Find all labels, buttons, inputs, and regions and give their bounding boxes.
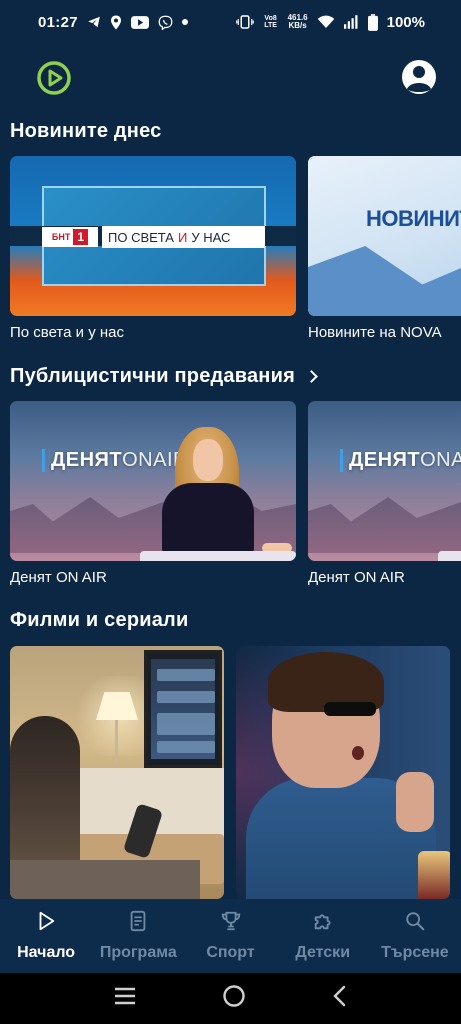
home-feed[interactable]: Новините днес БНТ 1 ПО СВЕТА И У НАС По …: [0, 104, 461, 899]
film-card-1[interactable]: [10, 646, 224, 899]
news-card-2-thumbnail: НОВИНИТ: [308, 156, 461, 316]
nav-label-home: Начало: [17, 944, 76, 961]
news-card-1-thumbnail: БНТ 1 ПО СВЕТА И У НАС: [10, 156, 296, 316]
bnt-logo-text: БНТ: [51, 232, 71, 242]
net-speed: 461.6 KB/s: [288, 14, 308, 30]
bnt-logo-number: 1: [73, 229, 89, 245]
thumb-caption-b: У НАС: [191, 229, 231, 245]
tv-screen: [151, 659, 215, 759]
tv-row: [157, 691, 215, 703]
puzzle-icon: [312, 910, 334, 937]
tv-row: [157, 669, 215, 681]
popcorn-bucket: [418, 851, 450, 899]
nav-label-search: Търсене: [381, 944, 449, 961]
film-card-2[interactable]: [236, 646, 450, 899]
section-title-public[interactable]: Публицистични предавания: [10, 365, 318, 388]
search-icon: [404, 910, 426, 937]
volte-label: Vo8 LTE: [264, 15, 277, 29]
nav-label-kids: Детски: [295, 944, 351, 961]
nav-label-sport: Спорт: [206, 944, 255, 961]
news-card-1-label: По света и у нас: [10, 324, 124, 341]
play-logo-icon[interactable]: [36, 60, 72, 96]
youtube-icon: [130, 15, 149, 29]
viewer-sweater: [10, 860, 200, 899]
film-card-1-thumbnail: [10, 646, 224, 899]
anchor-face: [193, 439, 223, 481]
vibrate-icon: [235, 15, 254, 29]
section-title-news: Новините днес: [10, 120, 161, 143]
chevron-right-icon[interactable]: [305, 370, 318, 383]
thumb-show-logo-main: ДЕНЯТ: [51, 449, 123, 471]
app-bar: [0, 52, 461, 102]
telegram-icon: [87, 15, 101, 29]
viber-icon: [158, 15, 173, 30]
thumb-show-logo-suffix: ONAIR: [420, 449, 461, 471]
battery-icon: [367, 13, 378, 31]
public-card-2[interactable]: ДЕНЯТONAIR Денят ON AIR: [308, 401, 461, 586]
thumb-caption: ПО СВЕТА И У НАС: [102, 226, 265, 248]
tv-row: [157, 741, 215, 753]
news-card-1[interactable]: БНТ 1 ПО СВЕТА И У НАС По света и у нас: [10, 156, 296, 341]
account-circle-icon[interactable]: [401, 59, 437, 95]
news-card-2[interactable]: НОВИНИТ Новините на NOVA: [308, 156, 461, 341]
lamp-stem: [115, 720, 118, 764]
news-card-2-label: Новините на NOVA: [308, 324, 442, 341]
section-title-public-text: Публицистични предавания: [10, 365, 295, 387]
film-card-2-thumbnail: [236, 646, 450, 899]
viewer-hand: [396, 772, 434, 832]
tv-row: [157, 713, 215, 735]
section-title-films-text: Филми и сериали: [10, 609, 189, 631]
thumb-tv: [144, 650, 222, 768]
thumb-desk: [140, 551, 296, 561]
location-icon: [110, 15, 122, 30]
battery-percent: 100%: [386, 13, 425, 31]
signal-icon: [343, 15, 359, 29]
document-icon: [127, 910, 149, 937]
thumb-caption-a: ПО СВЕТА: [108, 229, 174, 245]
home-icon[interactable]: [222, 984, 246, 1013]
public-card-2-thumbnail: ДЕНЯТONAIR: [308, 401, 461, 561]
app-root: 01:27 Vo8 LTE 461.6 KB/s 100% Новините д…: [0, 0, 461, 1024]
viewer-glasses: [324, 702, 376, 716]
nav-item-schedule[interactable]: Програма: [92, 899, 184, 973]
trophy-icon: [220, 910, 242, 937]
section-title-films: Филми и сериали: [10, 609, 188, 632]
play-icon: [35, 910, 57, 937]
nav-item-home[interactable]: Начало: [0, 899, 92, 973]
nav-item-sport[interactable]: Спорт: [184, 899, 276, 973]
status-bar: 01:27 Vo8 LTE 461.6 KB/s 100%: [0, 0, 461, 44]
status-time: 01:27: [38, 13, 78, 31]
nav-item-kids[interactable]: Детски: [277, 899, 369, 973]
nav-item-search[interactable]: Търсене: [369, 899, 461, 973]
status-right: Vo8 LTE 461.6 KB/s 100%: [235, 13, 425, 31]
viewer-mouth: [352, 746, 364, 760]
anchor-body: [162, 483, 254, 553]
back-icon[interactable]: [332, 985, 348, 1012]
bnt-logo: БНТ 1: [42, 227, 98, 247]
thumb-show-logo: ДЕНЯТONAIR: [340, 449, 461, 472]
bottom-nav: Начало Програма Спорт Детски Търсене: [0, 899, 461, 973]
thumb-show-logo: ДЕНЯТONAIR: [42, 449, 188, 472]
thumb-word: НОВИНИТ: [366, 206, 461, 231]
thumb-caption-red: И: [177, 229, 188, 245]
public-card-1[interactable]: ДЕНЯТONAIR Денят ON AIR: [10, 401, 296, 586]
thumb-show-logo-main: ДЕНЯТ: [349, 449, 421, 471]
dot-icon: [181, 19, 188, 25]
wifi-icon: [317, 15, 335, 29]
public-card-2-label: Денят ON AIR: [308, 569, 405, 586]
section-title-news-text: Новините днес: [10, 120, 162, 142]
nav-label-schedule: Програма: [99, 944, 177, 961]
public-card-1-label: Денят ON AIR: [10, 569, 107, 586]
recent-apps-icon[interactable]: [113, 987, 137, 1010]
status-left: 01:27: [38, 14, 188, 31]
system-navigation-bar: [0, 973, 461, 1024]
thumb-city: [308, 493, 461, 553]
thumb-desk: [438, 551, 461, 561]
public-card-1-thumbnail: ДЕНЯТONAIR: [10, 401, 296, 561]
net-speed-unit: KB/s: [288, 21, 307, 30]
